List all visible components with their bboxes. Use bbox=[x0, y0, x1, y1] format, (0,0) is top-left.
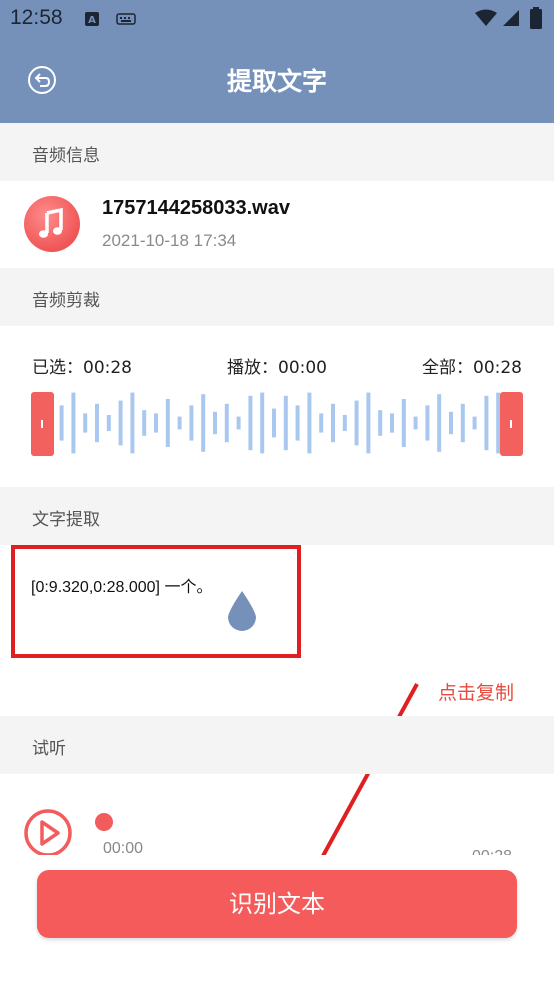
waveform-bar bbox=[484, 395, 489, 451]
section-title: 文字提取 bbox=[32, 510, 100, 530]
waveform-bar bbox=[401, 399, 406, 447]
waveform-bar bbox=[59, 405, 64, 441]
waveform-bar bbox=[295, 405, 300, 441]
wifi-icon bbox=[475, 9, 497, 26]
waveform-bar bbox=[354, 400, 359, 446]
waveform-bar bbox=[236, 416, 241, 430]
trim-handle-right[interactable] bbox=[500, 392, 523, 456]
waveform-bar bbox=[118, 400, 123, 446]
waveform-bar bbox=[413, 416, 418, 430]
waveform-bar bbox=[437, 394, 442, 452]
music-note-icon bbox=[39, 207, 63, 238]
waveform-bar bbox=[272, 408, 276, 438]
waveform-bar bbox=[378, 410, 383, 436]
waveform-bar bbox=[142, 410, 147, 436]
waveform[interactable] bbox=[30, 388, 524, 458]
music-file-icon bbox=[24, 196, 80, 252]
section-title: 音频剪裁 bbox=[32, 291, 100, 311]
trim-playing: 播放：00:00 bbox=[227, 358, 327, 378]
keyboard-a-icon: A bbox=[85, 12, 99, 26]
waveform-bar bbox=[248, 395, 253, 451]
trim-handle-left[interactable] bbox=[31, 392, 54, 456]
section-preview: 试听 bbox=[0, 716, 554, 774]
title-bar: 提取文字 bbox=[0, 36, 554, 123]
page-title: 提取文字 bbox=[226, 67, 327, 96]
waveform-bar bbox=[425, 405, 430, 441]
svg-text:A: A bbox=[88, 15, 96, 26]
file-name: 1757144258033.wav bbox=[102, 197, 290, 219]
extracted-text[interactable]: [0:9.320,0:28.000] 一个。 bbox=[31, 573, 212, 597]
keyboard-icon bbox=[116, 13, 136, 25]
section-title: 音频信息 bbox=[32, 146, 100, 166]
section-audio-trim: 音频剪裁 bbox=[0, 268, 554, 326]
waveform-bar bbox=[460, 403, 465, 443]
waveform-bar bbox=[472, 416, 477, 430]
text-cursor-handle-icon[interactable] bbox=[225, 590, 259, 632]
trim-total: 全部：00:28 bbox=[422, 358, 522, 378]
section-title: 试听 bbox=[32, 739, 66, 759]
copy-hint-label: 点击复制 bbox=[438, 682, 515, 704]
waveform-bar bbox=[213, 411, 217, 435]
section-text-extract: 文字提取 bbox=[0, 487, 554, 545]
waveform-bar bbox=[177, 416, 182, 430]
waveform-bar bbox=[106, 415, 111, 431]
waveform-bar bbox=[260, 392, 265, 454]
playback-seek-knob[interactable] bbox=[95, 813, 113, 831]
battery-icon bbox=[530, 7, 542, 29]
waveform-bar bbox=[71, 392, 76, 454]
waveform-bar bbox=[201, 394, 206, 452]
file-date: 2021-10-18 17:34 bbox=[102, 231, 237, 250]
waveform-bar bbox=[307, 392, 312, 454]
waveform-bar bbox=[283, 395, 288, 451]
waveform-bar bbox=[366, 392, 371, 454]
waveform-bar bbox=[189, 405, 194, 441]
waveform-bar bbox=[331, 403, 335, 443]
waveform-bar bbox=[319, 413, 324, 433]
waveform-bar bbox=[95, 403, 99, 443]
trim-selected: 已选：00:28 bbox=[32, 358, 132, 378]
signal-icon bbox=[503, 10, 519, 26]
recognize-text-button[interactable]: 识别文本 bbox=[37, 870, 517, 938]
waveform-bar bbox=[154, 413, 158, 433]
waveform-bar bbox=[83, 413, 88, 433]
status-time: 12:58 bbox=[10, 6, 63, 29]
waveform-bar bbox=[224, 403, 229, 443]
waveform-bar bbox=[130, 392, 135, 454]
waveform-bar bbox=[342, 415, 347, 431]
play-icon[interactable] bbox=[23, 808, 73, 858]
waveform-bar bbox=[390, 413, 394, 433]
status-bar: 12:58 A bbox=[0, 0, 554, 36]
waveform-bar bbox=[165, 399, 170, 447]
waveform-bar bbox=[449, 411, 453, 435]
section-audio-info: 音频信息 bbox=[0, 123, 554, 181]
